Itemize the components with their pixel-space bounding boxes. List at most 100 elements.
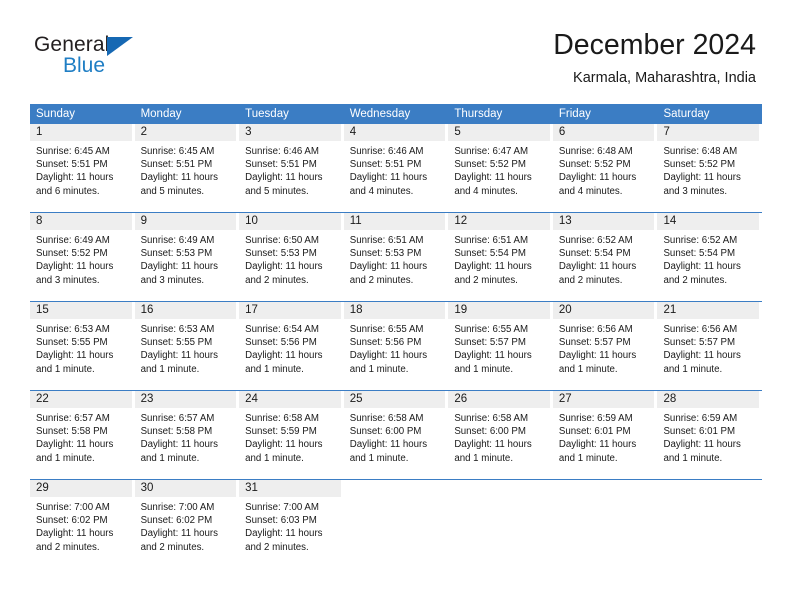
daylight-text-line1: Daylight: 11 hours: [140, 261, 218, 273]
day-cell[interactable]: 1 Sunrise: 6:45 AM Sunset: 5:51 PM Daylight…: [30, 124, 135, 212]
day-cell[interactable]: 4 Sunrise: 6:46 AM Sunset: 5:51 PM Daylight…: [343, 124, 449, 212]
day-cell[interactable]: 10 Sunrise: 6:50 AM Sunset: 5:53 PM Dayligh…: [239, 213, 344, 301]
sunrise-text: Sunrise: 6:59 AM: [663, 413, 738, 424]
sunset-text: Sunset: 5:56 PM: [349, 337, 422, 349]
day-cell[interactable]: 13 Sunrise: 6:52 AM Sunset: 5:54 PM Dayligh…: [552, 213, 658, 301]
sunset-text: Sunset: 5:51 PM: [349, 159, 422, 171]
day-cell[interactable]: 24 Sunrise: 6:58 AM Sunset: 5:59 PM Dayligh…: [239, 391, 344, 479]
day-cell[interactable]: 31 Sunrise: 7:00 AM Sunset: 6:03 PM Dayligh…: [239, 480, 344, 568]
day-number-band: [657, 480, 759, 497]
day-cell[interactable]: 30 Sunrise: 7:00 AM Sunset: 6:02 PM Dayligh…: [134, 480, 240, 568]
day-number-band: 2: [134, 124, 237, 141]
daylight-text-line1: Daylight: 11 hours: [663, 439, 741, 451]
weekday-header-sunday: Sunday: [36, 108, 76, 120]
day-number-band: 4: [343, 124, 446, 141]
day-info: Sunrise: 6:54 AM Sunset: 5:56 PM Daylight:…: [239, 319, 341, 376]
day-cell[interactable]: 11 Sunrise: 6:51 AM Sunset: 5:53 PM Dayligh…: [343, 213, 449, 301]
weekday-header-wednesday: Wednesday: [349, 108, 411, 120]
day-number-band: 25: [343, 391, 446, 408]
brand-name-general: General: [34, 33, 110, 56]
day-cell[interactable]: 25 Sunrise: 6:58 AM Sunset: 6:00 PM Dayligh…: [343, 391, 449, 479]
sunrise-text: Sunrise: 6:48 AM: [558, 146, 633, 157]
daylight-text-line1: Daylight: 11 hours: [36, 172, 114, 184]
day-info: Sunrise: 6:55 AM Sunset: 5:56 PM Daylight:…: [344, 319, 446, 376]
sunrise-text: Sunrise: 6:56 AM: [663, 324, 738, 335]
day-info: [657, 497, 759, 501]
daylight-text-line1: Daylight: 11 hours: [36, 350, 114, 362]
day-cell[interactable]: 3 Sunrise: 6:46 AM Sunset: 5:51 PM Daylight…: [239, 124, 344, 212]
day-info: Sunrise: 7:00 AM Sunset: 6:02 PM Daylight:…: [30, 497, 132, 554]
sunset-text: Sunset: 5:51 PM: [245, 159, 317, 171]
day-info: [344, 497, 446, 501]
title-block: December 2024 Karmala, Maharashtra, Indi…: [553, 28, 756, 88]
sunset-text: Sunset: 5:52 PM: [454, 159, 526, 171]
day-cell[interactable]: 27 Sunrise: 6:59 AM Sunset: 6:01 PM Dayligh…: [552, 391, 658, 479]
day-cell[interactable]: 2 Sunrise: 6:45 AM Sunset: 5:51 PM Daylight…: [134, 124, 240, 212]
daylight-text-line1: Daylight: 11 hours: [558, 439, 637, 451]
day-number-band: 11: [343, 213, 446, 230]
calendar-week-row: 1 Sunrise: 6:45 AM Sunset: 5:51 PM Daylight…: [30, 124, 762, 212]
day-number-band: 22: [30, 391, 132, 408]
day-number: 25: [349, 393, 363, 405]
day-cell[interactable]: 18 Sunrise: 6:55 AM Sunset: 5:56 PM Dayligh…: [343, 302, 449, 390]
day-info: Sunrise: 6:59 AM Sunset: 6:01 PM Daylight:…: [553, 408, 655, 465]
day-cell-empty: [344, 480, 449, 568]
sunset-text: Sunset: 5:55 PM: [36, 337, 108, 349]
sunrise-text: Sunrise: 6:58 AM: [245, 413, 319, 424]
day-number-band: 19: [448, 302, 550, 319]
daylight-text-line2: and 1 minute.: [454, 363, 514, 375]
day-cell[interactable]: 5 Sunrise: 6:47 AM Sunset: 5:52 PM Daylight…: [448, 124, 553, 212]
sunrise-text: Sunrise: 7:00 AM: [36, 502, 110, 513]
sunrise-text: Sunrise: 6:46 AM: [349, 146, 424, 157]
day-cell[interactable]: 22 Sunrise: 6:57 AM Sunset: 5:58 PM Dayligh…: [30, 391, 135, 479]
daylight-text-line1: Daylight: 11 hours: [349, 172, 428, 184]
day-cell[interactable]: 29 Sunrise: 7:00 AM Sunset: 6:02 PM Dayligh…: [30, 480, 135, 568]
day-cell[interactable]: 12 Sunrise: 6:51 AM Sunset: 5:54 PM Dayligh…: [448, 213, 553, 301]
day-number-band: 27: [552, 391, 655, 408]
day-cell[interactable]: 23 Sunrise: 6:57 AM Sunset: 5:58 PM Dayligh…: [134, 391, 240, 479]
day-cell[interactable]: 21 Sunrise: 6:56 AM Sunset: 5:57 PM Dayligh…: [657, 302, 762, 390]
day-cell[interactable]: 16 Sunrise: 6:53 AM Sunset: 5:55 PM Dayligh…: [134, 302, 240, 390]
sunset-text: Sunset: 5:58 PM: [36, 426, 108, 438]
daylight-text-line2: and 1 minute.: [245, 363, 304, 375]
day-cell[interactable]: 9 Sunrise: 6:49 AM Sunset: 5:53 PM Daylight…: [134, 213, 240, 301]
week-inner: 1 Sunrise: 6:45 AM Sunset: 5:51 PM Daylight…: [30, 124, 762, 212]
day-number: 7: [663, 126, 670, 138]
day-cell[interactable]: 26 Sunrise: 6:58 AM Sunset: 6:00 PM Dayligh…: [448, 391, 553, 479]
day-cell[interactable]: 7 Sunrise: 6:48 AM Sunset: 5:52 PM Daylight…: [657, 124, 762, 212]
day-cell[interactable]: 28 Sunrise: 6:59 AM Sunset: 6:01 PM Dayligh…: [657, 391, 762, 479]
daylight-text-line2: and 1 minute.: [349, 452, 409, 464]
sunrise-text: Sunrise: 6:46 AM: [245, 146, 319, 157]
day-cell[interactable]: 20 Sunrise: 6:56 AM Sunset: 5:57 PM Dayligh…: [552, 302, 658, 390]
day-number-band: 5: [448, 124, 550, 141]
day-cell[interactable]: 8 Sunrise: 6:49 AM Sunset: 5:52 PM Daylight…: [30, 213, 135, 301]
day-number: 23: [140, 393, 154, 405]
daylight-text-line2: and 3 minutes.: [36, 274, 100, 286]
daylight-text-line1: Daylight: 11 hours: [245, 350, 323, 362]
brand-logo[interactable]: General Blue: [34, 34, 214, 86]
sunrise-text: Sunrise: 6:52 AM: [663, 235, 738, 246]
sunrise-text: Sunrise: 6:52 AM: [558, 235, 633, 246]
weekday-header-tuesday: Tuesday: [245, 108, 289, 120]
sunrise-text: Sunrise: 6:57 AM: [140, 413, 215, 424]
day-cell[interactable]: 19 Sunrise: 6:55 AM Sunset: 5:57 PM Dayligh…: [448, 302, 553, 390]
sunset-text: Sunset: 5:51 PM: [36, 159, 108, 171]
day-info: Sunrise: 6:46 AM Sunset: 5:51 PM Daylight:…: [239, 141, 341, 198]
day-info: Sunrise: 6:49 AM Sunset: 5:52 PM Daylight:…: [30, 230, 132, 287]
day-number-band: 3: [239, 124, 341, 141]
daylight-text-line1: Daylight: 11 hours: [454, 350, 532, 362]
day-number: 8: [36, 215, 43, 227]
daylight-text-line1: Daylight: 11 hours: [558, 172, 637, 184]
day-cell[interactable]: 6 Sunrise: 6:48 AM Sunset: 5:52 PM Daylight…: [552, 124, 658, 212]
daylight-text-line1: Daylight: 11 hours: [245, 528, 323, 540]
sunrise-text: Sunrise: 6:48 AM: [663, 146, 738, 157]
day-number: 27: [558, 393, 572, 405]
daylight-text-line2: and 1 minute.: [36, 452, 95, 464]
day-cell[interactable]: 14 Sunrise: 6:52 AM Sunset: 5:54 PM Dayligh…: [657, 213, 762, 301]
day-number-band: 29: [30, 480, 132, 497]
day-cell[interactable]: 17 Sunrise: 6:54 AM Sunset: 5:56 PM Dayligh…: [239, 302, 344, 390]
sunset-text: Sunset: 5:56 PM: [245, 337, 317, 349]
day-cell[interactable]: 15 Sunrise: 6:53 AM Sunset: 5:55 PM Dayligh…: [30, 302, 135, 390]
daylight-text-line2: and 1 minute.: [663, 363, 723, 375]
day-number-band: 15: [30, 302, 132, 319]
